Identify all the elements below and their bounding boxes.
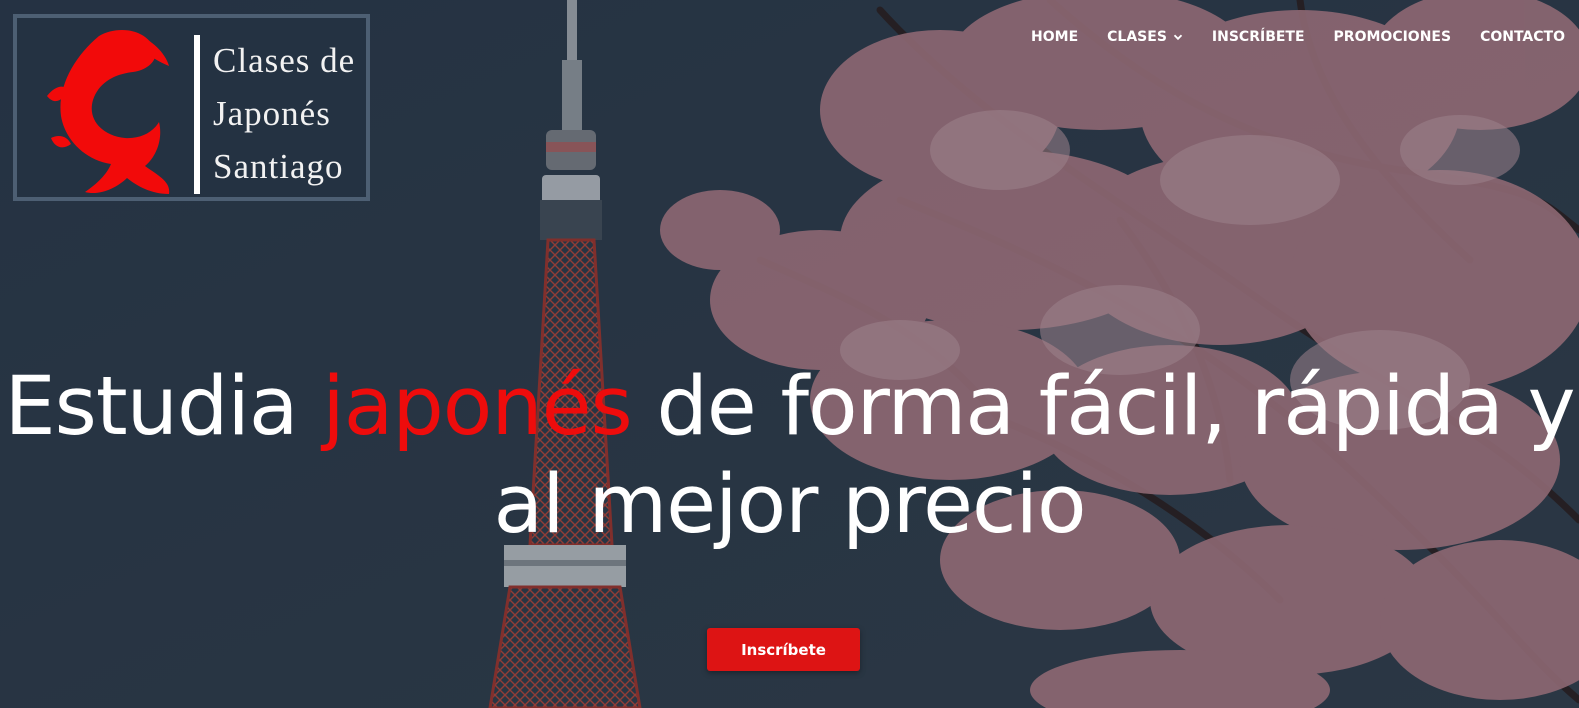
nav-item-clases[interactable]: CLASES (1107, 29, 1183, 45)
nav-label: CLASES (1107, 29, 1167, 45)
nav-item-inscribete[interactable]: INSCRÍBETE (1212, 29, 1305, 45)
inscribete-button[interactable]: Inscríbete (707, 628, 860, 671)
main-nav: HOME CLASES INSCRÍBETE PROMOCIONES CONTA… (1031, 29, 1565, 45)
nav-item-promociones[interactable]: PROMOCIONES (1334, 29, 1452, 45)
nav-label: CONTACTO (1480, 29, 1565, 45)
logo-text-line-2: Japonés (213, 94, 331, 133)
headline-text-end: de forma fácil, rápida y al mejor precio (493, 360, 1575, 552)
logo-divider (194, 35, 200, 194)
nav-label: HOME (1031, 29, 1079, 45)
chevron-down-icon (1173, 34, 1183, 41)
site-logo[interactable]: Clases de Japonés Santiago (13, 14, 370, 201)
headline-text-start: Estudia (4, 360, 323, 454)
koi-fish-icon (47, 30, 170, 195)
nav-label: INSCRÍBETE (1211, 29, 1305, 45)
nav-label: PROMOCIONES (1333, 29, 1452, 45)
logo-text-line-3: Santiago (213, 147, 344, 186)
headline-accent-word: japonés (322, 360, 632, 454)
logo-text-line-1: Clases de (213, 41, 356, 80)
nav-item-contacto[interactable]: CONTACTO (1480, 29, 1565, 45)
hero-headline: Estudia japonés de forma fácil, rápida y… (0, 358, 1579, 554)
nav-item-home[interactable]: HOME (1031, 29, 1078, 45)
